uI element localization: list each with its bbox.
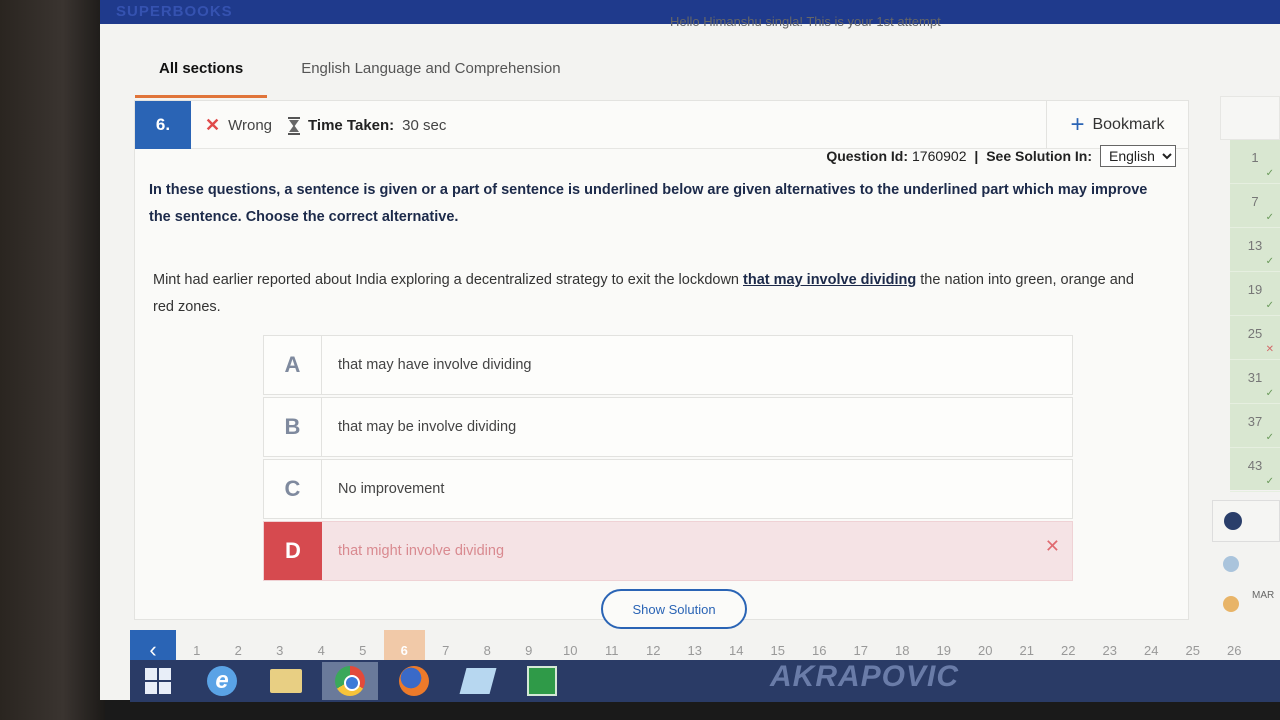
store-button[interactable]	[514, 662, 570, 700]
question-meta: Question Id: 1760902 | See Solution In: …	[826, 145, 1176, 167]
marked-legend-label: MAR	[1252, 590, 1275, 601]
tab-english-language[interactable]: English Language and Comprehension	[277, 58, 584, 98]
file-explorer-button[interactable]	[258, 662, 314, 700]
monitor-bezel	[0, 0, 105, 720]
question-id-label: Question Id:	[826, 148, 908, 164]
option-text: that might involve dividing	[338, 543, 505, 559]
marked-dot-icon	[1223, 596, 1239, 612]
store-icon	[527, 666, 557, 696]
check-icon: ✓	[1265, 212, 1274, 223]
palette-number: 31	[1247, 370, 1263, 385]
passage-underlined-part: that may involve dividing	[743, 272, 917, 288]
check-icon: ✓	[1265, 300, 1274, 311]
passage-text-before: Mint had earlier reported about India ex…	[153, 272, 744, 288]
question-header: 6. ✕ Wrong Time Taken: 30 sec + Bookmark	[135, 101, 1188, 149]
palette-number: 37	[1247, 414, 1263, 429]
option-b[interactable]: B that may be involve dividing	[263, 397, 1073, 457]
hourglass-icon	[288, 116, 301, 135]
palette-number: 43	[1247, 458, 1263, 473]
time-taken-label: Time Taken:	[308, 117, 395, 134]
question-card: 6. ✕ Wrong Time Taken: 30 sec + Bookmark…	[134, 100, 1189, 629]
chrome-button[interactable]	[322, 662, 378, 700]
palette-item[interactable]: 31 ✓	[1230, 360, 1280, 404]
see-solution-label: See Solution In:	[986, 148, 1092, 164]
palette-item[interactable]: 19 ✓	[1230, 272, 1280, 316]
palette-number: 1	[1251, 150, 1259, 165]
cross-icon: ✕	[1265, 344, 1274, 355]
firefox-icon	[399, 666, 429, 696]
time-taken-value: 30 sec	[402, 117, 447, 134]
palette-item[interactable]: 7 ✓	[1230, 184, 1280, 228]
check-icon: ✓	[1265, 476, 1274, 487]
check-icon: ✓	[1265, 432, 1274, 443]
check-icon: ✓	[1265, 256, 1274, 267]
internet-explorer-button[interactable]: e	[194, 662, 250, 700]
answer-status: ✕ Wrong Time Taken: 30 sec	[205, 115, 446, 136]
grid-icon[interactable]	[1224, 512, 1242, 530]
start-button[interactable]	[130, 662, 186, 700]
brand-logo: SUPERBOOKS	[116, 3, 233, 20]
sticker-watermark: AKRAPOVIC	[770, 660, 960, 693]
palette-number: 7	[1251, 194, 1259, 209]
show-solution-button[interactable]: Show Solution	[601, 589, 747, 629]
solution-language-select[interactable]: English	[1100, 145, 1176, 167]
browser-screen: SUPERBOOKS Hello Himanshu singla! This i…	[100, 0, 1280, 700]
question-palette: 1 ✓ 7 ✓ 13 ✓ 19 ✓ 25 ✕ 31 ✓ 37 ✓ 43 ✓	[1230, 140, 1280, 492]
separator: |	[970, 148, 983, 164]
palette-item[interactable]: 25 ✕	[1230, 316, 1280, 360]
option-a[interactable]: A that may have involve dividing	[263, 335, 1073, 395]
wrong-mark-icon: ✕	[1044, 536, 1060, 556]
tab-all-sections[interactable]: All sections	[135, 58, 268, 98]
windows-logo-icon	[145, 668, 171, 694]
legend-dot-icon	[1223, 556, 1239, 572]
bookmark-button[interactable]: + Bookmark	[1046, 101, 1188, 149]
question-id-value: 1760902	[912, 148, 967, 164]
palette-legend	[1212, 500, 1280, 542]
option-letter: D	[264, 522, 322, 580]
internet-explorer-icon: e	[207, 666, 237, 696]
question-number: 6.	[135, 101, 191, 149]
option-d-selected-wrong[interactable]: D that might involve dividing ✕	[263, 521, 1073, 581]
check-icon: ✓	[1265, 388, 1274, 399]
palette-item[interactable]: 37 ✓	[1230, 404, 1280, 448]
option-letter: C	[264, 460, 322, 518]
section-tabs: All sections English Language and Compre…	[135, 58, 585, 98]
bookmark-label: Bookmark	[1092, 116, 1165, 133]
option-text: that may have involve dividing	[338, 357, 532, 373]
option-c[interactable]: C No improvement	[263, 459, 1073, 519]
firefox-button[interactable]	[386, 662, 442, 700]
attempt-greeting: Hello Himanshu singla! This is your 1st …	[670, 14, 941, 29]
palette-number: 13	[1247, 238, 1263, 253]
option-text: that may be involve dividing	[338, 419, 517, 435]
plus-icon: +	[1070, 111, 1085, 138]
answer-options: A that may have involve dividing B that …	[263, 335, 1073, 583]
question-instruction: In these questions, a sentence is given …	[149, 182, 1148, 225]
palette-item[interactable]: 13 ✓	[1230, 228, 1280, 272]
question-passage: Mint had earlier reported about India ex…	[153, 267, 1153, 321]
notes-icon	[459, 668, 497, 694]
chrome-icon	[335, 666, 365, 696]
folder-icon	[270, 669, 302, 693]
notes-app-button[interactable]	[450, 662, 506, 700]
status-label: Wrong	[228, 117, 273, 134]
palette-number: 19	[1247, 282, 1263, 297]
palette-header	[1220, 96, 1280, 140]
option-letter: B	[264, 398, 322, 456]
windows-taskbar: e AKRAPOVIC	[130, 660, 1280, 702]
palette-item[interactable]: 43 ✓	[1230, 448, 1280, 492]
palette-item[interactable]: 1 ✓	[1230, 140, 1280, 184]
option-text: No improvement	[338, 481, 445, 497]
palette-number: 25	[1247, 326, 1263, 341]
check-icon: ✓	[1265, 168, 1274, 179]
wrong-icon: ✕	[205, 115, 221, 135]
option-letter: A	[264, 336, 322, 394]
